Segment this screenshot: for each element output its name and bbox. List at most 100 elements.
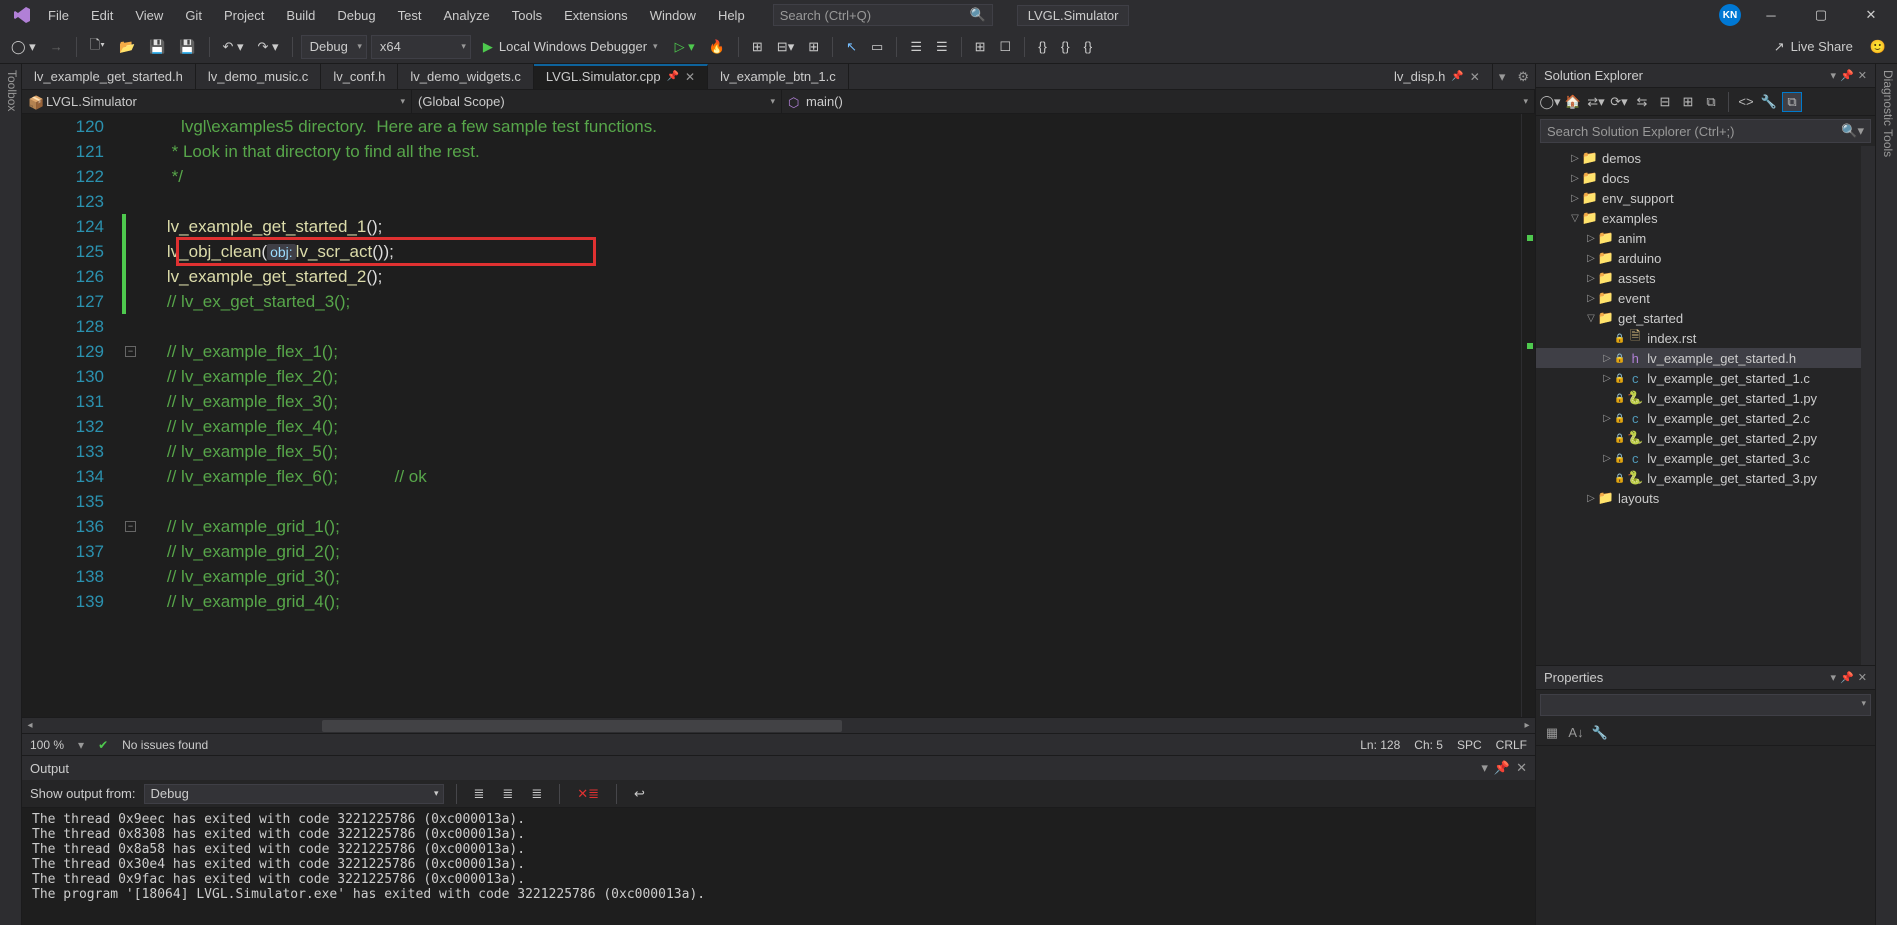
tree-item-get_started[interactable]: ▽📁get_started xyxy=(1536,308,1861,328)
expand-icon[interactable]: ▷ xyxy=(1568,173,1582,184)
panel-dropdown-icon[interactable]: ▾ xyxy=(1481,760,1488,776)
props-dropdown-icon[interactable]: ▾ xyxy=(1831,671,1837,684)
start-debug-button[interactable]: ▶ Local Windows Debugger ▾ xyxy=(475,36,666,58)
expand-icon[interactable]: ▷ xyxy=(1568,153,1582,164)
expand-icon[interactable]: ▽ xyxy=(1568,213,1582,224)
code-line-137[interactable]: // lv_example_grid_2(); xyxy=(140,539,1521,564)
tb-icon-11[interactable]: {} xyxy=(1079,36,1098,57)
menu-debug[interactable]: Debug xyxy=(327,4,385,27)
se-wrench-icon[interactable]: 🔧 xyxy=(1759,92,1779,112)
tree-item-layouts[interactable]: ▷📁layouts xyxy=(1536,488,1861,508)
save-button[interactable]: 💾 xyxy=(144,36,170,58)
eol-mode[interactable]: CRLF xyxy=(1496,738,1527,752)
tb-icon-10[interactable]: {} xyxy=(1056,36,1075,57)
diagnostic-tools-rail[interactable]: Diagnostic Tools xyxy=(1875,64,1897,925)
code-editor[interactable]: 1201211221231241251261271281291301311321… xyxy=(22,114,1535,717)
tab-gear-icon[interactable]: ⚙ xyxy=(1511,64,1535,89)
code-line-121[interactable]: * Look in that directory to find all the… xyxy=(140,139,1521,164)
menu-extensions[interactable]: Extensions xyxy=(554,4,638,27)
se-preview-icon[interactable]: ⧉ xyxy=(1782,92,1802,112)
tab-overflow[interactable]: ▾ xyxy=(1493,64,1512,89)
menu-file[interactable]: File xyxy=(38,4,79,27)
code-line-136[interactable]: // lv_example_grid_1(); xyxy=(140,514,1521,539)
menu-build[interactable]: Build xyxy=(276,4,325,27)
se-close-icon[interactable]: ✕ xyxy=(1858,69,1867,82)
code-body[interactable]: lvgl\examples5 directory. Here are a few… xyxy=(140,114,1521,717)
properties-object-combo[interactable] xyxy=(1540,694,1871,716)
panel-close-icon[interactable]: ✕ xyxy=(1516,760,1527,776)
tb-icon-5[interactable]: ▭ xyxy=(866,36,888,58)
minimize-button[interactable]: ─ xyxy=(1751,0,1791,30)
se-pin-icon[interactable]: 📌 xyxy=(1840,69,1854,82)
output-clear-icon[interactable]: ✕≣ xyxy=(572,783,604,805)
code-line-130[interactable]: // lv_example_flex_2(); xyxy=(140,364,1521,389)
menu-window[interactable]: Window xyxy=(640,4,706,27)
hscroll-thumb[interactable] xyxy=(322,720,842,732)
props-pin-icon[interactable]: 📌 xyxy=(1840,671,1854,684)
props-az-icon[interactable]: A↓ xyxy=(1566,723,1586,743)
se-home-icon[interactable]: 🏠 xyxy=(1563,92,1583,112)
platform-dropdown[interactable]: x64 xyxy=(371,35,471,59)
tree-item-lv_example_get_started_1.c[interactable]: ▷🔒clv_example_get_started_1.c xyxy=(1536,368,1861,388)
code-line-125[interactable]: lv_obj_clean(obj:lv_scr_act()); xyxy=(140,239,1521,264)
hscroll-right[interactable]: ▸ xyxy=(1519,718,1535,734)
toolbox-rail[interactable]: Toolbox xyxy=(0,64,22,925)
code-line-120[interactable]: lvgl\examples5 directory. Here are a few… xyxy=(140,114,1521,139)
pin-icon[interactable]: 📌 xyxy=(1451,71,1463,82)
expand-icon[interactable]: ▷ xyxy=(1584,293,1598,304)
tree-item-env_support[interactable]: ▷📁env_support xyxy=(1536,188,1861,208)
menu-test[interactable]: Test xyxy=(388,4,432,27)
se-dropdown-icon[interactable]: ▾ xyxy=(1831,69,1837,82)
tab-LVGL.Simulator.cpp[interactable]: LVGL.Simulator.cpp📌✕ xyxy=(534,64,708,89)
tree-item-lv_example_get_started.h[interactable]: ▷🔒hlv_example_get_started.h xyxy=(1536,348,1861,368)
hscroll-left[interactable]: ◂ xyxy=(22,718,38,734)
menu-view[interactable]: View xyxy=(125,4,173,27)
output-text[interactable]: The thread 0x9eec has exited with code 3… xyxy=(22,808,1535,925)
fold-toggle[interactable]: − xyxy=(125,521,136,532)
tree-item-lv_example_get_started_2.py[interactable]: 🔒🐍lv_example_get_started_2.py xyxy=(1536,428,1861,448)
menu-analyze[interactable]: Analyze xyxy=(433,4,499,27)
se-scrollbar[interactable] xyxy=(1861,146,1875,665)
expand-icon[interactable]: ▷ xyxy=(1584,493,1598,504)
code-line-126[interactable]: lv_example_get_started_2(); xyxy=(140,264,1521,289)
code-line-134[interactable]: // lv_example_flex_6(); // ok xyxy=(140,464,1521,489)
expand-icon[interactable]: ▷ xyxy=(1600,353,1614,364)
code-line-128[interactable] xyxy=(140,314,1521,339)
close-icon[interactable]: ✕ xyxy=(685,70,695,84)
menu-help[interactable]: Help xyxy=(708,4,755,27)
hot-reload-button[interactable]: 🔥 xyxy=(704,36,730,58)
save-all-button[interactable]: 💾 xyxy=(174,36,200,58)
code-line-135[interactable] xyxy=(140,489,1521,514)
props-close-icon[interactable]: ✕ xyxy=(1858,671,1867,684)
solution-name[interactable]: LVGL.Simulator xyxy=(1017,5,1130,26)
tree-item-assets[interactable]: ▷📁assets xyxy=(1536,268,1861,288)
se-switch-icon[interactable]: ⇄▾ xyxy=(1586,92,1606,112)
tree-item-demos[interactable]: ▷📁demos xyxy=(1536,148,1861,168)
tab-lv_example_get_started.h[interactable]: lv_example_get_started.h xyxy=(22,64,196,89)
tab-lv_conf.h[interactable]: lv_conf.h xyxy=(321,64,398,89)
code-line-131[interactable]: // lv_example_flex_3(); xyxy=(140,389,1521,414)
nav-scope-combo[interactable]: (Global Scope) xyxy=(412,90,782,113)
config-dropdown[interactable]: Debug xyxy=(301,35,367,59)
tree-item-docs[interactable]: ▷📁docs xyxy=(1536,168,1861,188)
code-line-129[interactable]: // lv_example_flex_1(); xyxy=(140,339,1521,364)
user-avatar[interactable]: KN xyxy=(1719,4,1741,26)
pin-icon[interactable]: 📌 xyxy=(667,71,679,82)
props-wrench-icon[interactable]: 🔧 xyxy=(1590,723,1610,743)
code-line-139[interactable]: // lv_example_grid_4(); xyxy=(140,589,1521,614)
nav-forward-button[interactable]: → xyxy=(45,36,68,57)
code-line-123[interactable] xyxy=(140,189,1521,214)
tree-item-index.rst[interactable]: 🔒🗎index.rst xyxy=(1536,328,1861,348)
se-back-icon[interactable]: ◯▾ xyxy=(1540,92,1560,112)
menu-edit[interactable]: Edit xyxy=(81,4,123,27)
tree-item-arduino[interactable]: ▷📁arduino xyxy=(1536,248,1861,268)
new-item-button[interactable]: 🗋▾ xyxy=(85,33,110,61)
se-collapse-icon[interactable]: ⊟ xyxy=(1655,92,1675,112)
nav-project-combo[interactable]: 📦 LVGL.Simulator xyxy=(22,90,412,113)
nav-back-button[interactable]: ◯ ▾ xyxy=(6,36,41,58)
editor-hscroll[interactable]: ◂ ▸ xyxy=(22,717,1535,733)
tree-item-examples[interactable]: ▽📁examples xyxy=(1536,208,1861,228)
tree-item-lv_example_get_started_3.c[interactable]: ▷🔒clv_example_get_started_3.c xyxy=(1536,448,1861,468)
line-indicator[interactable]: Ln: 128 xyxy=(1360,738,1400,752)
issues-status[interactable]: No issues found xyxy=(122,738,208,752)
